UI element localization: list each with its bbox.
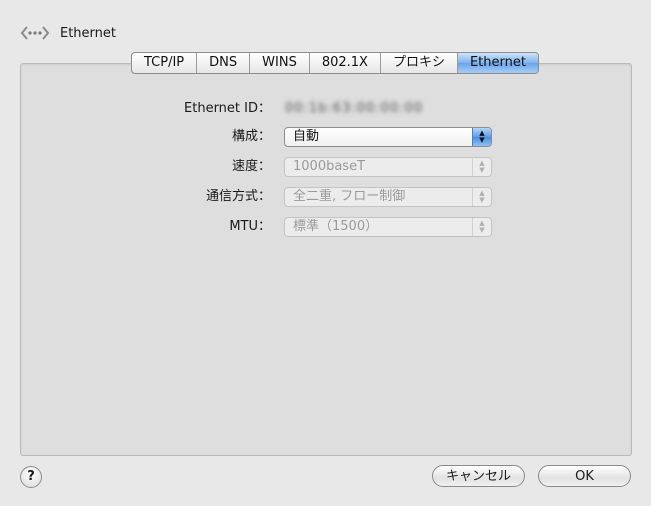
speed-label: 速度： <box>231 159 271 174</box>
help-button[interactable]: ? <box>20 466 42 488</box>
tab-tcpip[interactable]: TCP/IP <box>132 53 198 73</box>
ethernet-id-label: Ethernet ID： <box>184 101 271 116</box>
tab-wins[interactable]: WINS <box>250 53 310 73</box>
tab-dns[interactable]: DNS <box>197 53 251 73</box>
speed-row: 速度： 1000baseT ▲ ▼ <box>0 156 651 178</box>
mtu-popup: 標準（1500） ▲ ▼ <box>284 217 492 237</box>
tab-proxy[interactable]: プロキシ <box>381 53 458 73</box>
tab-ethernet[interactable]: Ethernet <box>457 53 538 73</box>
mtu-row: MTU： 標準（1500） ▲ ▼ <box>0 216 651 238</box>
duplex-label: 通信方式： <box>205 189 271 204</box>
speed-popup: 1000baseT ▲ ▼ <box>284 157 492 177</box>
mtu-popup-value: 標準（1500） <box>293 219 379 234</box>
ethernet-id-row: Ethernet ID： 00:1b:63:00:00:00 <box>0 98 651 120</box>
duplex-popup: 全二重, フロー制御 ▲ ▼ <box>284 187 492 207</box>
speed-popup-value: 1000baseT <box>293 159 366 174</box>
ok-button[interactable]: OK <box>538 465 631 487</box>
popup-arrows-icon: ▲ ▼ <box>472 188 491 206</box>
config-label: 構成： <box>231 129 271 144</box>
popup-arrows-icon: ▲ ▼ <box>472 128 491 146</box>
config-popup[interactable]: 自動 ▲ ▼ <box>284 127 492 147</box>
duplex-row: 通信方式： 全二重, フロー制御 ▲ ▼ <box>0 186 651 208</box>
network-arrows-icon <box>20 26 50 40</box>
mtu-label: MTU： <box>229 219 271 234</box>
config-popup-value: 自動 <box>293 129 320 144</box>
tab-8021x[interactable]: 802.1X <box>310 53 381 73</box>
popup-arrows-icon: ▲ ▼ <box>472 158 491 176</box>
duplex-popup-value: 全二重, フロー制御 <box>293 189 406 204</box>
tab-bar: TCP/IP DNS WINS 802.1X プロキシ Ethernet <box>131 52 539 74</box>
sheet-header: Ethernet <box>20 22 116 44</box>
settings-panel <box>20 63 632 456</box>
config-row: 構成： 自動 ▲ ▼ <box>0 126 651 148</box>
popup-arrows-icon: ▲ ▼ <box>472 218 491 236</box>
ethernet-id-value: 00:1b:63:00:00:00 <box>285 101 424 116</box>
cancel-button[interactable]: キャンセル <box>432 465 525 487</box>
sheet-title: Ethernet <box>60 25 116 41</box>
